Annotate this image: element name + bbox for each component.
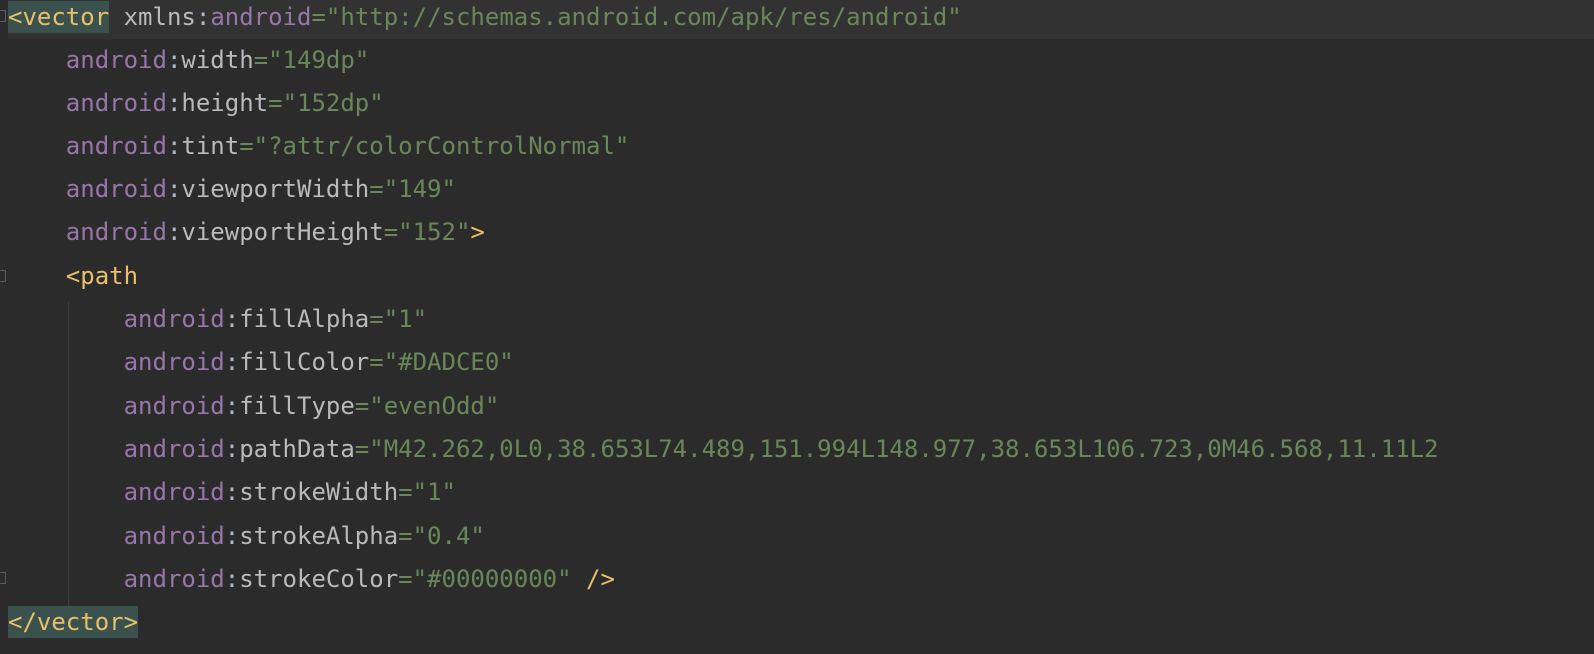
code-line-15[interactable]: </vector> xyxy=(8,600,1594,644)
fold-marker-vector[interactable] xyxy=(0,10,6,22)
code-line-10[interactable]: android:fillType="evenOdd" xyxy=(8,384,1594,428)
code-line-8[interactable]: android:fillAlpha="1" xyxy=(8,297,1594,341)
code-editor[interactable]: <vector xmlns:android="http://schemas.an… xyxy=(0,0,1594,654)
vector-close-tag: </vector> xyxy=(8,606,139,638)
code-line-14[interactable]: android:strokeColor="#00000000" /> xyxy=(8,557,1594,601)
code-line-1[interactable]: <vector xmlns:android="http://schemas.an… xyxy=(8,0,1594,39)
fold-marker-path-end[interactable] xyxy=(0,572,6,584)
code-line-5[interactable]: android:viewportWidth="149" xyxy=(8,167,1594,211)
code-line-11[interactable]: android:pathData="M42.262,0L0,38.653L74.… xyxy=(8,427,1594,471)
code-line-4[interactable]: android:tint="?attr/colorControlNormal" xyxy=(8,124,1594,168)
code-line-13[interactable]: android:strokeAlpha="0.4" xyxy=(8,514,1594,558)
code-line-6[interactable]: android:viewportHeight="152"> xyxy=(8,210,1594,254)
vector-open-tag: <vector xyxy=(8,1,110,33)
gutter[interactable] xyxy=(0,0,8,654)
code-line-3[interactable]: android:height="152dp" xyxy=(8,81,1594,125)
code-line-12[interactable]: android:strokeWidth="1" xyxy=(8,470,1594,514)
fold-marker-path[interactable] xyxy=(0,270,6,282)
code-line-9[interactable]: android:fillColor="#DADCE0" xyxy=(8,340,1594,384)
code-line-2[interactable]: android:width="149dp" xyxy=(8,38,1594,82)
code-line-7[interactable]: <path xyxy=(8,254,1594,298)
